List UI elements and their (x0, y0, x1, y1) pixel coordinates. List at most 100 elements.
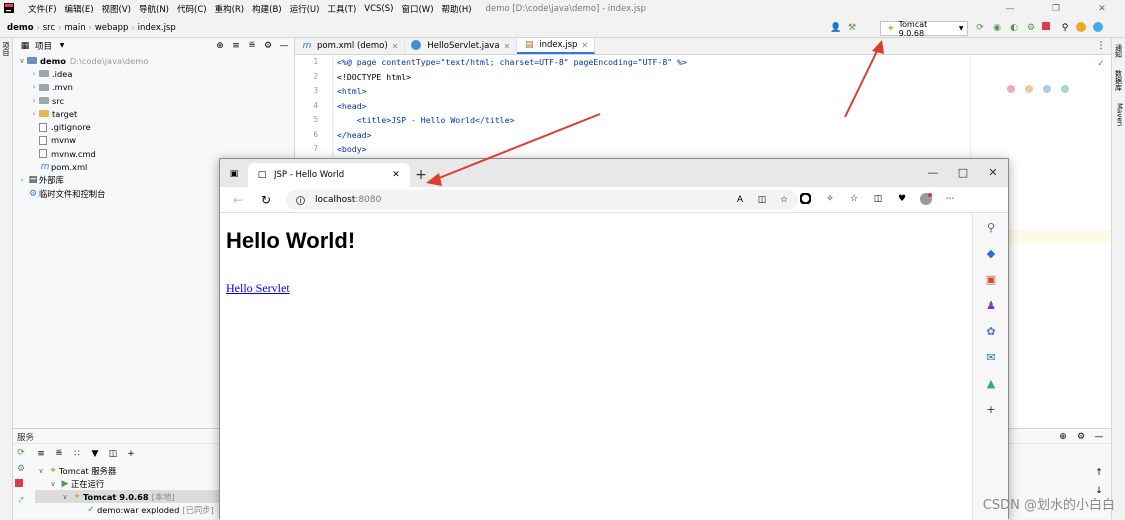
target-icon[interactable]: ⊕ (1057, 431, 1069, 443)
new-tab-button[interactable]: + (410, 163, 432, 187)
menu-code[interactable]: 代码(C) (173, 3, 211, 15)
tab-actions-icon[interactable]: ▣ (228, 168, 240, 180)
group-icon[interactable]: ∷ (71, 448, 83, 460)
refresh-icon[interactable]: ↻ (260, 194, 272, 206)
run-configuration-selector[interactable]: ✦ Tomcat 9.0.68 ▼ (880, 20, 968, 38)
maximize-button[interactable]: □ (948, 159, 978, 187)
tree-root-demo[interactable]: ∨ demo D:\code\java\demo (13, 54, 294, 67)
notifications-tool-button[interactable]: 通知 (1114, 44, 1124, 58)
tree-item-mvnw[interactable]: mvnw (13, 134, 294, 147)
deploy-artifact-icon[interactable]: ⤤ (15, 495, 27, 507)
browser-tab[interactable]: □ JSP - Hello World ✕ (248, 163, 410, 187)
add-icon[interactable]: + (973, 396, 1009, 422)
close-icon[interactable]: ✕ (504, 42, 511, 51)
menu-build[interactable]: 构建(B) (248, 3, 285, 15)
code-line-6[interactable]: </head> (334, 128, 970, 143)
more-tabs-icon[interactable]: ⋮ (1095, 40, 1107, 52)
extension-circle-icon[interactable] (800, 193, 812, 205)
breadcrumb-src[interactable]: src (40, 23, 58, 33)
shopping-tag-icon[interactable]: ◆ (973, 240, 1009, 266)
tools-icon[interactable]: ▣ (973, 266, 1009, 292)
build-hammer-icon[interactable]: ⚒ (846, 22, 858, 34)
tree-item-idea[interactable]: › .idea (13, 67, 294, 80)
outlook-icon[interactable]: ✉ (973, 344, 1009, 370)
chevron-right-icon[interactable]: › (29, 70, 39, 78)
menu-view[interactable]: 视图(V) (98, 3, 135, 15)
collections-icon[interactable]: ◫ (872, 193, 884, 205)
performance-icon[interactable]: ♥ (896, 193, 908, 205)
close-icon[interactable]: ✕ (581, 41, 588, 50)
chevron-down-icon[interactable]: ▼ (56, 40, 68, 52)
favorites-icon[interactable]: ☆ (848, 193, 860, 205)
safari-icon[interactable] (1043, 85, 1055, 97)
close-icon[interactable]: ✕ (390, 169, 402, 181)
menu-window[interactable]: 窗口(W) (397, 3, 437, 15)
tree-item-tomcat-server[interactable]: ∨ ✦ Tomcat 服务器 (35, 464, 220, 477)
expand-all-icon[interactable]: ≡ (35, 448, 47, 460)
debug-icon[interactable]: ◉ (991, 22, 1003, 34)
back-icon[interactable]: ← (232, 194, 244, 206)
tree-item-gitignore[interactable]: .gitignore (13, 120, 294, 133)
collapse-all-icon[interactable]: ≝ (246, 40, 258, 52)
chevron-right-icon[interactable]: › (29, 97, 39, 105)
user-icon[interactable]: 👤 (830, 22, 842, 34)
maven-tool-button[interactable]: Maven (1114, 103, 1124, 126)
chevron-right-icon[interactable]: › (17, 176, 27, 184)
games-icon[interactable]: ♟ (973, 292, 1009, 318)
info-icon[interactable]: i (296, 195, 305, 205)
more-menu-icon[interactable]: ⋯ (944, 193, 956, 205)
breadcrumb-webapp[interactable]: webapp (92, 23, 132, 33)
breadcrumb-demo[interactable]: demo (4, 23, 37, 33)
code-line-5[interactable]: <title>JSP - Hello World</title> (334, 113, 970, 128)
minimize-button[interactable]: — (918, 159, 948, 187)
add-icon[interactable]: + (125, 448, 137, 460)
rerun-icon[interactable]: ⟳ (15, 447, 27, 459)
breadcrumb-index-jsp[interactable]: index.jsp (135, 23, 179, 33)
extensions-puzzle-icon[interactable]: ✧ (824, 193, 836, 205)
profile-icon[interactable]: ⚙ (1025, 22, 1037, 34)
breadcrumb-main[interactable]: main (61, 23, 88, 33)
tab-pom-xml[interactable]: m pom.xml (demo) ✕ (295, 38, 406, 54)
chrome-icon[interactable] (1007, 85, 1019, 97)
project-panel-title[interactable]: 项目 (35, 40, 52, 52)
read-aloud-icon[interactable]: A (734, 194, 746, 206)
firefox-icon[interactable] (1025, 85, 1037, 97)
settings-logo-icon[interactable] (1093, 22, 1105, 34)
menu-run[interactable]: 运行(U) (286, 3, 324, 15)
menu-vcs[interactable]: VCS(S) (360, 4, 397, 14)
tab-index-jsp[interactable]: ▤ index.jsp ✕ (517, 38, 596, 54)
tree-item-mvn[interactable]: › .mvn (13, 81, 294, 94)
hello-servlet-link[interactable]: Hello Servlet (226, 281, 290, 296)
chevron-down-icon[interactable]: ∨ (47, 478, 59, 490)
project-tool-button[interactable]: 项目 (1, 42, 11, 56)
code-line-2[interactable]: <!DOCTYPE html> (334, 70, 970, 85)
url-text[interactable]: localhost:8080 (315, 195, 381, 205)
new-tab-icon[interactable]: ◫ (107, 448, 119, 460)
deploy-icon[interactable]: ⚙ (15, 463, 27, 475)
url-box[interactable]: i localhost:8080 A ◫ ☆ (286, 190, 798, 210)
tree-item-target[interactable]: › target (13, 107, 294, 120)
menu-edit[interactable]: 编辑(E) (61, 3, 98, 15)
favorite-star-icon[interactable]: ☆ (778, 194, 790, 206)
arrow-up-icon[interactable]: ↑ (1093, 467, 1105, 479)
close-button[interactable]: ✕ (978, 159, 1008, 187)
rerun-icon[interactable]: ⟳ (974, 22, 986, 34)
code-line-1[interactable]: <%@ page contentType="text/html; charset… (334, 55, 970, 70)
edge-icon[interactable] (1061, 85, 1073, 97)
close-button[interactable]: ✕ (1079, 0, 1125, 18)
expand-all-icon[interactable]: ≡ (230, 40, 242, 52)
menu-file[interactable]: 文件(F) (24, 3, 61, 15)
code-line-7[interactable]: <body> (334, 142, 970, 157)
database-tool-button[interactable]: 数据库 (1114, 70, 1124, 91)
stop-icon[interactable] (15, 479, 27, 491)
code-line-4[interactable]: <head> (334, 99, 970, 114)
chevron-right-icon[interactable]: › (29, 110, 39, 118)
chevron-down-icon[interactable]: ∨ (35, 465, 47, 477)
tree-item-artifact[interactable]: ✓ demo:war exploded [已同步] (35, 503, 220, 516)
search-icon[interactable]: ⚲ (1059, 22, 1071, 34)
gear-icon[interactable]: ⚙ (1075, 431, 1087, 443)
hide-icon[interactable]: — (1093, 431, 1105, 443)
stop-icon[interactable] (1042, 22, 1054, 34)
profile-avatar-icon[interactable] (920, 193, 932, 205)
menu-navigate[interactable]: 导航(N) (135, 3, 173, 15)
